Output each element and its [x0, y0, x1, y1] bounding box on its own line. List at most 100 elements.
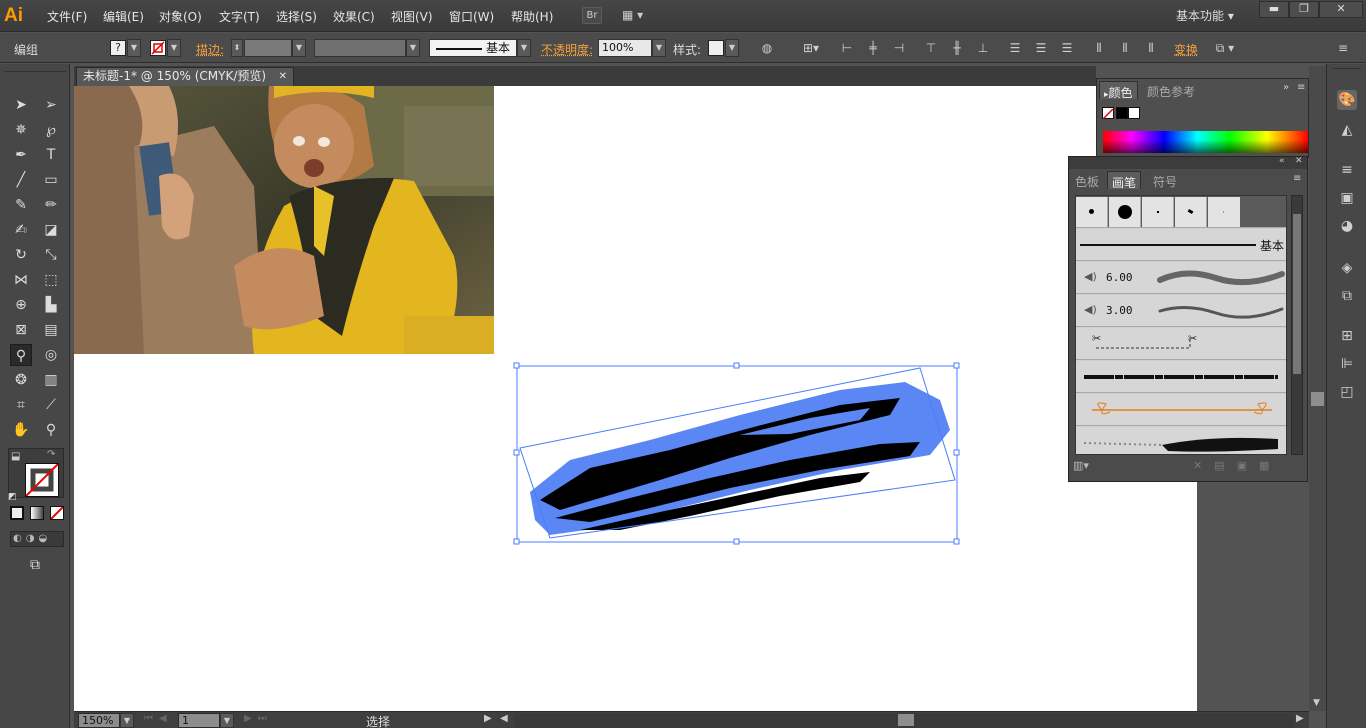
menu-file[interactable]: 文件(F) [47, 8, 87, 25]
artboard-tool-icon[interactable]: ⌗ [10, 394, 32, 416]
artboards-icon[interactable]: ⧉ [1337, 286, 1357, 306]
default-fill-stroke-icon[interactable]: ◩ [8, 492, 20, 502]
align-bottom-icon[interactable]: ⊥ [976, 41, 990, 55]
opacity-input[interactable]: 100% [598, 39, 652, 57]
tab-brushes[interactable]: 画笔 [1107, 171, 1142, 190]
distribute-top-icon[interactable]: ☰ [1008, 41, 1022, 55]
color-spectrum[interactable] [1103, 131, 1308, 153]
panel-expand-icon[interactable]: » [1283, 82, 1289, 93]
brush-dot-angled[interactable] [1175, 197, 1207, 227]
stroke-weight-input[interactable] [244, 39, 292, 57]
color-mode-button[interactable] [10, 506, 24, 520]
stroke-weight-stepper[interactable]: ⬍ [231, 39, 243, 57]
fill-color-box[interactable] [25, 463, 59, 497]
brush-dot-faint[interactable] [1208, 197, 1240, 227]
mesh-tool-icon[interactable]: ⊠ [10, 319, 32, 341]
panel-titlebar[interactable]: « ✕ [1069, 156, 1307, 169]
align-to-icon[interactable]: ⊞▾ [800, 41, 822, 55]
pathfinder-icon[interactable]: ◰ [1337, 382, 1357, 402]
art-brush-row-1[interactable]: ◀) 6.00 [1076, 262, 1286, 294]
eraser-tool-icon[interactable]: ◪ [40, 219, 62, 241]
brush-dot-large[interactable] [1109, 197, 1141, 227]
vertical-scroll-thumb[interactable] [1311, 392, 1324, 406]
default-colors-icon[interactable]: ⬓ [11, 451, 23, 463]
none-mode-button[interactable] [50, 506, 64, 520]
screen-mode-icon[interactable]: ⧉ [24, 554, 46, 576]
basic-brush-row[interactable]: 基本 [1076, 229, 1286, 261]
paintbrush-tool-icon[interactable]: ✎ [10, 194, 32, 216]
rectangle-tool-icon[interactable]: ▭ [40, 169, 62, 191]
document-tab[interactable]: 未标题-1* @ 150% (CMYK/预览) ✕ [76, 67, 294, 86]
panel-menu-icon[interactable]: ≡ [1336, 41, 1350, 55]
gradient-icon[interactable]: ▣ [1337, 188, 1357, 208]
distribute-right-icon[interactable]: ⫴ [1144, 41, 1158, 55]
slice-tool-icon[interactable]: ⟋ [40, 394, 62, 416]
menu-edit[interactable]: 编辑(E) [103, 8, 144, 25]
recolor-artwork-icon[interactable]: ◍ [760, 41, 774, 55]
isolate-icon[interactable]: ⧉ ▾ [1210, 41, 1240, 55]
stroke-swatch[interactable] [150, 40, 166, 56]
pattern-brush-row[interactable] [1076, 361, 1286, 393]
line-tool-icon[interactable]: ╱ [10, 169, 32, 191]
close-button[interactable]: ✕ [1319, 1, 1363, 18]
width-tool-icon[interactable]: ⋈ [10, 269, 32, 291]
art-brush-row-2[interactable]: ◀) 3.00 [1076, 295, 1286, 327]
graphic-style-swatch[interactable] [708, 40, 724, 56]
brush-list-scroll-thumb[interactable] [1293, 214, 1301, 374]
horizontal-scrollbar[interactable] [514, 713, 1294, 728]
artboard-number-input[interactable]: 1 [178, 713, 220, 728]
distribute-bottom-icon[interactable]: ☰ [1060, 41, 1074, 55]
transform-link[interactable]: 变换 [1174, 41, 1198, 58]
white-swatch[interactable] [1128, 107, 1140, 119]
distribute-vcenter-icon[interactable]: ☰ [1034, 41, 1048, 55]
artboard-prev-buttons[interactable]: ⏮◀ [144, 713, 173, 724]
restore-button[interactable]: ❐ [1289, 1, 1319, 18]
symbol-sprayer-tool-icon[interactable]: ❂ [10, 369, 32, 391]
align-top-icon[interactable]: ⊤ [924, 41, 938, 55]
color-palette-icon[interactable]: 🎨 [1337, 90, 1357, 110]
tab-color[interactable]: ▸颜色 [1099, 81, 1138, 100]
transparency-icon[interactable]: ◕ [1337, 216, 1357, 236]
pen-tool-icon[interactable]: ✒ [10, 144, 32, 166]
bridge-button[interactable]: Br [582, 7, 602, 24]
vertical-scrollbar[interactable]: ▼ [1309, 66, 1326, 711]
dock-grip[interactable] [1333, 68, 1361, 72]
placed-image[interactable] [74, 86, 494, 354]
toolbar-grip[interactable] [4, 66, 66, 72]
magic-wand-tool-icon[interactable]: ✵ [10, 119, 32, 141]
black-swatch[interactable] [1116, 107, 1128, 119]
zoom-input[interactable]: 150% [78, 713, 120, 728]
scroll-down-icon[interactable]: ▼ [1313, 698, 1320, 708]
status-menu-icon[interactable]: ▶ [484, 713, 492, 724]
tab-color-guide[interactable]: 颜色参考 [1143, 81, 1199, 99]
menu-type[interactable]: 文字(T) [219, 8, 260, 25]
brush-list-scrollbar[interactable] [1291, 195, 1303, 455]
panel-close-icon[interactable]: ✕ [1295, 156, 1303, 166]
workspace-switcher[interactable]: 基本功能 ▾ [1176, 7, 1234, 24]
brush-stroke-artwork[interactable] [510, 360, 960, 550]
minimize-button[interactable]: ▬ [1259, 1, 1289, 18]
menu-select[interactable]: 选择(S) [276, 8, 317, 25]
gradient-tool-icon[interactable]: ▤ [40, 319, 62, 341]
artboard-next-buttons[interactable]: ▶⏭ [244, 713, 273, 724]
column-graph-tool-icon[interactable]: ▥ [40, 369, 62, 391]
panel-collapse-arrows-icon[interactable]: « [1279, 156, 1285, 166]
opacity-label[interactable]: 不透明度: [541, 41, 593, 58]
horizontal-scroll-thumb[interactable] [898, 714, 914, 726]
brush-dot-tiny[interactable] [1142, 197, 1174, 227]
draw-mode-buttons[interactable]: ◐◑◒ [10, 531, 64, 547]
tab-symbols[interactable]: 符号 [1149, 171, 1181, 189]
eyedropper-tool-icon[interactable]: ⚲ [10, 344, 32, 366]
distribute-left-icon[interactable]: ⫴ [1092, 41, 1106, 55]
stroke-weight-dropdown[interactable]: ▼ [292, 39, 306, 57]
bristle-brush-row[interactable] [1076, 427, 1286, 454]
hand-tool-icon[interactable]: ✋ [10, 419, 32, 441]
variable-width-dropdown[interactable]: ▼ [406, 39, 420, 57]
graphic-style-dropdown[interactable]: ▼ [725, 39, 739, 57]
menu-effect[interactable]: 效果(C) [333, 8, 375, 25]
swap-colors-icon[interactable]: ↷ [47, 449, 61, 461]
zoom-dropdown[interactable]: ▼ [120, 713, 134, 728]
scatter-brush-row[interactable]: ✂ ✂ [1076, 328, 1286, 360]
shape-builder-tool-icon[interactable]: ⊕ [10, 294, 32, 316]
align-left-icon[interactable]: ⊢ [840, 41, 854, 55]
